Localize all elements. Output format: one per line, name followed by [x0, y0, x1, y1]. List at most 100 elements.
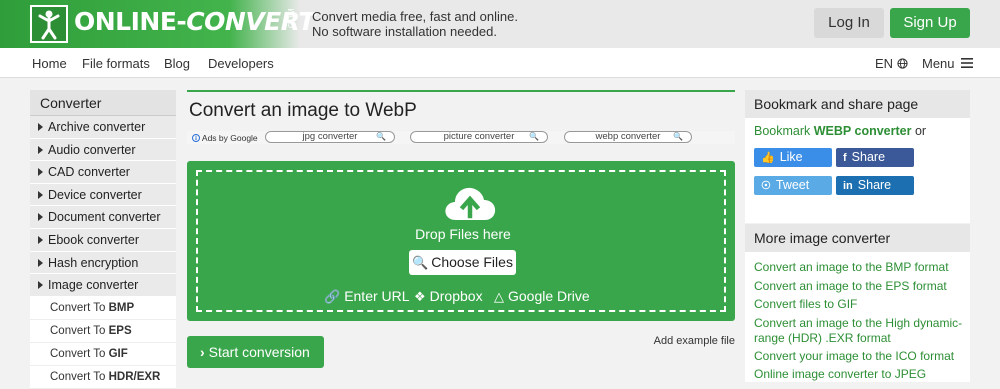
search-icon: 🔍 — [412, 255, 429, 270]
sidebar-item-hash[interactable]: Hash encryption — [30, 251, 176, 275]
sidebar-title: Converter — [30, 90, 176, 116]
ad-info-icon — [192, 134, 200, 142]
bookmark-prefix: Bookmark — [754, 124, 814, 138]
nav-file-formats[interactable]: File formats — [82, 56, 150, 71]
facebook-like-button[interactable]: 👍 Like — [754, 148, 832, 167]
sidebar-item-image[interactable]: Image converter — [30, 274, 176, 297]
ad-link-label: picture converter — [443, 131, 515, 142]
page-title: Convert an image to WebP — [189, 100, 417, 121]
main-content: Convert an image to WebP Ads by Google j… — [187, 90, 735, 382]
source-label: Dropbox — [429, 288, 483, 304]
linkedin-icon: in — [843, 180, 853, 192]
sidebar-item-document[interactable]: Document converter — [30, 206, 176, 229]
menu-label: Menu — [922, 56, 955, 71]
choose-files-button[interactable]: 🔍 Choose Files — [409, 250, 516, 275]
add-example-file-link[interactable]: Add example file — [654, 335, 735, 347]
facebook-icon: f — [843, 152, 847, 164]
sidebar-subitem-hdr-exr[interactable]: Convert To HDR/EXR — [30, 365, 176, 389]
nav-blog[interactable]: Blog — [164, 56, 190, 71]
ads-label-text: Ads by Google — [201, 133, 258, 143]
converter-link-eps[interactable]: Convert an image to the EPS format — [745, 278, 970, 297]
tagline-line-1: Convert media free, fast and online. — [312, 9, 518, 24]
bookmark-text[interactable]: Bookmark WEBP converter or — [754, 124, 926, 138]
subitem-prefix: Convert To — [50, 370, 109, 383]
dropbox-button[interactable]: ❖ Dropbox — [414, 288, 483, 305]
ads-label[interactable]: Ads by Google — [192, 133, 258, 143]
facebook-share-button[interactable]: f Share — [836, 148, 914, 167]
subitem-format: HDR/EXR — [108, 370, 161, 383]
choose-files-label: Choose Files — [431, 254, 513, 270]
share-button-label: Share — [857, 178, 892, 192]
linkedin-share-button[interactable]: in Share — [836, 176, 914, 195]
bookmark-title: Bookmark and share page — [745, 90, 970, 118]
enter-url-button[interactable]: 🔗 Enter URL — [324, 288, 410, 305]
source-label: Enter URL — [344, 288, 410, 304]
sidebar-item-audio[interactable]: Audio converter — [30, 138, 176, 162]
twitter-tweet-button[interactable]: ☉ Tweet — [754, 176, 832, 195]
nav-developers[interactable]: Developers — [208, 56, 274, 71]
converter-sidebar: Converter Archive converter Audio conver… — [30, 90, 176, 389]
sidebar-item-cad[interactable]: CAD converter — [30, 161, 176, 184]
menu-button[interactable]: Menu — [922, 56, 974, 71]
link-icon: 🔗 — [324, 289, 341, 304]
sidebar-subitem-gif[interactable]: Convert To GIF — [30, 342, 176, 366]
chevron-right-icon — [38, 258, 43, 267]
chevron-right-icon — [38, 190, 43, 199]
logo-online-text: ONLINE- — [74, 7, 187, 36]
hamburger-icon — [961, 58, 974, 68]
subitem-format: GIF — [108, 347, 128, 360]
sidebar-item-device[interactable]: Device converter — [30, 183, 176, 207]
ad-link-label: webp converter — [595, 131, 661, 142]
sidebar-item-label: Hash encryption — [48, 255, 139, 270]
language-selector[interactable]: EN — [875, 56, 908, 71]
ad-link-picture-converter[interactable]: picture converter 🔍 — [410, 131, 548, 143]
bookmark-suffix: or — [911, 124, 927, 138]
tagline-line-2: No software installation needed. — [312, 24, 498, 39]
title-divider — [187, 90, 735, 92]
thumbs-up-icon: 👍 — [761, 152, 775, 164]
chevron-right-icon — [38, 168, 43, 177]
chevron-right-icon — [38, 235, 43, 244]
share-button-label: Like — [779, 150, 803, 164]
subitem-prefix: Convert To — [50, 347, 109, 360]
subitem-format: EPS — [108, 324, 132, 337]
chevron-right-icon — [38, 281, 43, 290]
nav-home[interactable]: Home — [32, 56, 67, 71]
logo-icon[interactable] — [30, 5, 68, 43]
sidebar-item-archive[interactable]: Archive converter — [30, 116, 176, 139]
bookmark-converter-name: WEBP converter — [813, 124, 912, 138]
more-converters-panel: More image converter Convert an image to… — [745, 224, 970, 382]
sidebar-item-label: Audio converter — [48, 142, 136, 157]
converter-link-hdr-exr[interactable]: Convert an image to the High dynamic-ran… — [745, 315, 970, 348]
logo-wordmark[interactable]: ONLINE-CONVERT — [74, 7, 315, 37]
share-button-label: Tweet — [775, 178, 810, 192]
ads-bar: Ads by Google jpg converter 🔍 picture con… — [187, 131, 735, 144]
subitem-format: BMP — [108, 301, 135, 314]
share-button-label: Share — [851, 150, 886, 164]
chevron-right-icon — [38, 213, 43, 222]
sidebar-subitem-bmp[interactable]: Convert To BMP — [30, 296, 176, 320]
google-drive-button[interactable]: △ Google Drive — [494, 288, 590, 305]
start-conversion-label: Start conversion — [208, 344, 310, 360]
subitem-prefix: Convert To — [50, 324, 109, 337]
converter-link-bmp[interactable]: Convert an image to the BMP format — [745, 259, 970, 278]
start-conversion-button[interactable]: › Start conversion — [187, 336, 324, 368]
sidebar-item-ebook[interactable]: Ebook converter — [30, 228, 176, 252]
sidebar-item-label: CAD converter — [48, 165, 130, 180]
converter-link-gif[interactable]: Convert files to GIF — [745, 296, 970, 315]
main-nav: Home File formats Blog Developers EN Men… — [0, 48, 1000, 78]
sidebar-subitem-eps[interactable]: Convert To EPS — [30, 319, 176, 343]
sidebar-item-label: Ebook converter — [48, 232, 140, 247]
file-dropzone[interactable]: Drop Files here 🔍 Choose Files 🔗 Enter URL… — [187, 161, 735, 321]
sidebar-item-label: Archive converter — [48, 120, 146, 134]
ad-link-jpg-converter[interactable]: jpg converter 🔍 — [265, 131, 395, 143]
login-button[interactable]: Log In — [814, 8, 884, 38]
search-icon: 🔍 — [529, 132, 539, 141]
tagline: Convert media free, fast and online. No … — [312, 9, 518, 39]
dropbox-icon: ❖ — [414, 289, 426, 304]
signup-button[interactable]: Sign Up — [890, 8, 970, 38]
drop-files-text: Drop Files here — [415, 226, 511, 242]
dropzone-dashed-area[interactable]: Drop Files here 🔍 Choose Files 🔗 Enter URL… — [196, 170, 726, 312]
converter-link-ico[interactable]: Convert your image to the ICO format — [745, 348, 970, 367]
ad-link-webp-converter[interactable]: webp converter 🔍 — [564, 131, 692, 143]
